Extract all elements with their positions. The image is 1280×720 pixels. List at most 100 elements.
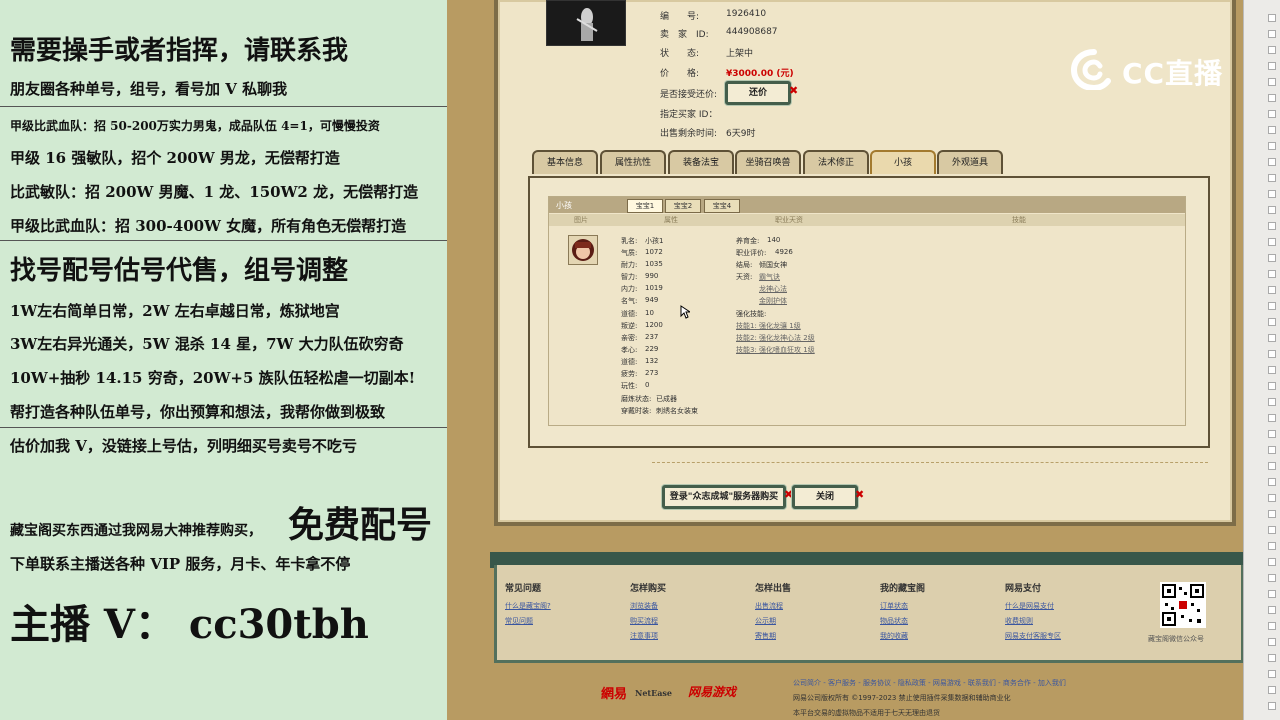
qr-code-icon [1160, 582, 1206, 628]
promo-line: 1W左右简单日常，2W 左右卓越日常，炼狱地宫 [10, 302, 340, 320]
tab-spells[interactable]: 法术修正 [803, 150, 869, 174]
stat-label: 穿戴时装: [621, 407, 652, 415]
stat-value: 已成器 [656, 395, 677, 403]
stat-label: 内力: [621, 285, 638, 293]
stat-label: 智力: [621, 273, 638, 281]
netease-wordmark: NetEase [635, 688, 672, 698]
col-talent: 职业天资 [775, 216, 803, 224]
col-skills: 技能 [1012, 216, 1026, 224]
id-label: 编 号: [660, 12, 700, 22]
footer-link[interactable]: 订单状态 [880, 601, 908, 611]
footer-link[interactable]: 出售流程 [755, 601, 783, 611]
footer-link[interactable]: 我的收藏 [880, 631, 908, 641]
subtab-baby2[interactable]: 宝宝2 [665, 199, 701, 213]
stat-label: 名气: [621, 297, 638, 305]
stat-value: 1200 [645, 321, 663, 329]
tab-mounts-pets[interactable]: 坐骑召唤兽 [735, 150, 801, 174]
yangyu-label: 养育金: [736, 237, 760, 245]
promo-line: 10W+抽秒 14.15 穷奇，20W+5 族队伍轻松虐一切副本! [10, 369, 416, 387]
cc-logo-icon [1070, 49, 1111, 90]
promo-line: 比武敏队：招 200W 男魔、1 龙、150W2 龙，无偿帮打造 [10, 183, 419, 201]
close-icon: ✖ [789, 84, 799, 97]
promo-contact: 主播 V： cc30tbh [10, 601, 369, 648]
footer-link[interactable]: 收费规则 [1005, 616, 1033, 626]
help-footer [494, 565, 1244, 663]
stat-label: 玩性: [621, 382, 638, 390]
stat-value: 273 [645, 369, 659, 377]
footer-link[interactable]: 什么是藏宝阁? [505, 601, 551, 611]
tab-attributes[interactable]: 属性抗性 [600, 150, 666, 174]
skill-link[interactable]: 技能3: 强化嗜血狂攻 1级 [736, 345, 815, 355]
netease-games-logo: 网易游戏 [688, 685, 737, 699]
footer-link[interactable]: 注意事项 [630, 631, 658, 641]
talent-link[interactable]: 金刚护体 [759, 296, 787, 306]
refund-notice: 本平台交易的虚拟物品不适用于七天无理由退货 [793, 709, 940, 717]
promo-line: 帮打造各种队伍单号，你出预算和想法，我帮你做到极致 [10, 403, 386, 421]
stat-value: 990 [645, 272, 659, 280]
promo-line: 甲级比武血队：招 300-400W 女魔，所有角色无偿帮打造 [10, 217, 407, 235]
footer-link[interactable]: 物品状态 [880, 616, 908, 626]
cc-live-watermark: CC直播 [1070, 46, 1240, 92]
promo-highlight: 免费配号 [288, 504, 433, 546]
tab-children[interactable]: 小孩 [870, 150, 936, 174]
stat-label: 乳名: [621, 237, 638, 245]
character-portrait [546, 0, 626, 46]
seller-label: 卖 家 ID: [660, 30, 709, 40]
footer-link[interactable]: 购买流程 [630, 616, 658, 626]
tab-appearance[interactable]: 外观道具 [937, 150, 1003, 174]
footer-link[interactable]: 浏览装备 [630, 601, 658, 611]
footer-heading: 常见问题 [505, 584, 542, 594]
promo-line: 估价加我 V，没链接上号估，列明细买号卖号不吃亏 [10, 437, 357, 455]
subtab-baby4[interactable]: 宝宝4 [704, 199, 740, 213]
promo-line: 朋友圈各种单号，组号，看号加 V 私聊我 [10, 80, 288, 98]
talent-label: 天资: [736, 273, 753, 281]
stat-value: 1019 [645, 284, 663, 292]
skill-link[interactable]: 技能1: 强化龙骧 1级 [736, 321, 801, 331]
talent-link[interactable]: 霸气诀 [759, 272, 780, 282]
promo-line: 甲级比武血队：招 50-200万实力男鬼，成品队伍 4=1，可慢慢投资 [10, 119, 380, 133]
footer-link[interactable]: 什么是网易支付 [1005, 601, 1054, 611]
tab-basic-info[interactable]: 基本信息 [532, 150, 598, 174]
time-label: 出售剩余时间: [660, 129, 718, 139]
skill-link[interactable]: 技能2: 强化龙神心法 2级 [736, 333, 815, 343]
price-value: ¥3000.00 (元) [726, 69, 794, 79]
talent-link[interactable]: 龙神心法 [759, 284, 787, 294]
stat-label: 磨炼状态: [621, 395, 652, 403]
stat-label: 亲密: [621, 334, 638, 342]
stat-value: 刺绣名女装束 [656, 407, 698, 415]
promo-line: 找号配号估号代售，组号调整 [10, 256, 349, 286]
qr-caption: 藏宝阁微信公众号 [1148, 635, 1204, 643]
column-header-row [549, 214, 1185, 226]
footer-links-row[interactable]: 公司简介 - 客户服务 - 服务协议 - 隐私政策 - 网易游戏 - 联系我们 … [793, 678, 1066, 688]
yangyu-value: 140 [767, 236, 781, 244]
promo-overlay: 需要操手或者指挥，请联系我 朋友圈各种单号，组号，看号加 V 私聊我 甲级比武血… [0, 0, 447, 720]
tab-equipment[interactable]: 装备法宝 [668, 150, 734, 174]
stat-value: 132 [645, 357, 659, 365]
netease-logo: 網易 [601, 687, 628, 702]
stat-value: 229 [645, 345, 659, 353]
subtab-baby1[interactable]: 宝宝1 [627, 199, 663, 213]
stat-value: 1072 [645, 248, 663, 256]
ending-value: 倾国女神 [759, 261, 787, 269]
col-attributes: 属性 [664, 216, 678, 224]
mouse-cursor-icon [680, 305, 690, 319]
price-label: 价 格: [660, 69, 700, 79]
bargain-button[interactable]: 还价 [725, 81, 791, 105]
watermark-text: CC直播 [1122, 57, 1224, 90]
footer-link[interactable]: 网易支付客服专区 [1005, 631, 1061, 641]
promo-line: 3W左右异光通关，5W 混杀 14 星，7W 大力队伍砍穷奇 [10, 335, 404, 353]
panel-title: 小孩 [556, 201, 572, 210]
stat-value: 小孩1 [645, 237, 664, 245]
close-button[interactable]: 关闭 [792, 485, 858, 509]
ending-label: 结局: [736, 261, 753, 269]
promo-line: 下单联系主播送各种 VIP 服务，月卡、年卡拿不停 [10, 555, 351, 573]
bargain-label: 是否接受还价: [660, 90, 718, 100]
stat-value: 1035 [645, 260, 663, 268]
buy-button[interactable]: 登录"众志成城"服务器购买 [662, 485, 786, 509]
stat-value: 237 [645, 333, 659, 341]
footer-link[interactable]: 寄售期 [755, 631, 776, 641]
footer-link[interactable]: 公示期 [755, 616, 776, 626]
promo-line: 藏宝阁买东西通过我网易大神推荐购买， [10, 523, 262, 539]
child-avatar [568, 235, 598, 265]
footer-link[interactable]: 常见问题 [505, 616, 533, 626]
